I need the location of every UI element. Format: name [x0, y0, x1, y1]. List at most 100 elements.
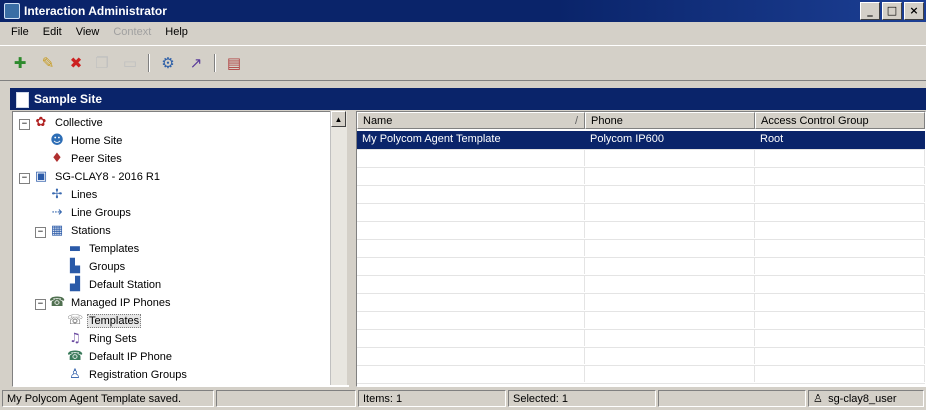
empty-cell — [585, 365, 755, 382]
template-list[interactable]: Name / Phone Access Control Group My Pol… — [356, 111, 926, 387]
empty-cell — [357, 347, 585, 364]
tree-item-managed-ip-phones[interactable]: ☎ Managed IP Phones — [49, 294, 172, 312]
empty-cell — [357, 275, 585, 292]
cell-name: My Polycom Agent Template — [357, 131, 585, 148]
status-panel-empty-2 — [658, 390, 806, 407]
empty-cell — [755, 203, 925, 220]
menu-context[interactable]: Context — [106, 23, 158, 43]
tree-item-collective[interactable]: ✿ Collective — [33, 114, 105, 132]
toolbar-separator — [214, 54, 216, 72]
tree-item-peer-sites[interactable]: ♦ Peer Sites — [49, 150, 124, 168]
tree-item-groups[interactable]: ▙ Groups — [67, 258, 127, 276]
menu-file[interactable]: File — [4, 23, 36, 43]
tree-item-station-templates[interactable]: ▬ Templates — [67, 240, 141, 258]
paste-icon[interactable]: ▭ — [120, 53, 140, 73]
managed-phones-icon: ☎ — [49, 295, 66, 310]
minimize-button[interactable]: _ — [860, 2, 880, 20]
collective-icon: ✿ — [35, 115, 47, 130]
scroll-up-arrow-icon[interactable]: ▲ — [331, 111, 346, 127]
empty-row — [357, 275, 925, 294]
empty-cell — [357, 257, 585, 274]
title-bar[interactable]: Interaction Administrator _ □ × — [0, 0, 926, 22]
collapse-toggle-collective[interactable]: − — [19, 119, 30, 130]
tools-icon[interactable]: ↗ — [186, 53, 206, 73]
list-header: Name / Phone Access Control Group — [357, 112, 925, 130]
empty-cell — [755, 275, 925, 292]
properties-icon[interactable]: ▤ — [224, 53, 244, 73]
default-phone-icon: ☎ — [67, 349, 84, 364]
menu-edit[interactable]: Edit — [36, 23, 69, 43]
edit-icon[interactable]: ✎ — [38, 53, 58, 73]
status-panel-empty — [216, 390, 356, 407]
status-message: My Polycom Agent Template saved. — [2, 390, 214, 407]
tree-item-phone-templates[interactable]: ☏ Templates — [67, 312, 142, 330]
window-controls: _ □ × — [860, 2, 924, 20]
tree-item-default-ip-phone[interactable]: ☎ Default IP Phone — [67, 348, 174, 366]
tree-item-lines[interactable]: ✢ Lines — [49, 186, 99, 204]
column-header-phone[interactable]: Phone — [585, 112, 755, 129]
empty-cell — [755, 347, 925, 364]
registration-groups-icon: ♙ — [69, 367, 81, 382]
empty-cell — [755, 257, 925, 274]
empty-row — [357, 311, 925, 330]
empty-cell — [357, 365, 585, 382]
lines-icon: ✢ — [51, 187, 63, 202]
delete-icon[interactable]: ✖ — [66, 53, 86, 73]
status-bar: My Polycom Agent Template saved. Items: … — [0, 388, 926, 410]
window-title: Interaction Administrator — [24, 4, 167, 18]
empty-cell — [357, 167, 585, 184]
site-title: Sample Site — [34, 92, 103, 106]
default-station-icon: ▟ — [70, 277, 80, 292]
tree-scrollbar[interactable]: ▲ — [330, 111, 347, 385]
templates-icon: ▬ — [68, 241, 82, 256]
cell-access-control-group: Root — [755, 131, 925, 148]
tree-item-default-station[interactable]: ▟ Default Station — [67, 276, 163, 294]
empty-cell — [585, 149, 755, 166]
tree-item-line-groups[interactable]: ⇢ Line Groups — [49, 204, 133, 222]
empty-cell — [755, 149, 925, 166]
empty-row — [357, 185, 925, 204]
collapse-toggle-server[interactable]: − — [19, 173, 30, 184]
empty-cell — [357, 293, 585, 310]
tree-item-server[interactable]: ▣ SG-CLAY8 - 2016 R1 — [33, 168, 162, 186]
menu-help[interactable]: Help — [158, 23, 195, 43]
empty-cell — [585, 221, 755, 238]
empty-cell — [755, 221, 925, 238]
empty-cell — [585, 329, 755, 346]
empty-cell — [585, 185, 755, 202]
empty-cell — [585, 167, 755, 184]
site-header: Sample Site — [10, 88, 926, 110]
empty-row — [357, 365, 925, 384]
copy-icon[interactable]: ❐ — [92, 53, 112, 73]
empty-cell — [357, 239, 585, 256]
menu-view[interactable]: View — [69, 23, 107, 43]
empty-cell — [755, 365, 925, 382]
tree-item-ring-sets[interactable]: ♫ Ring Sets — [67, 330, 139, 348]
toolbar-separator — [148, 54, 150, 72]
server-icon: ▣ — [34, 169, 48, 184]
connect-icon[interactable]: ⚙ — [158, 53, 178, 73]
collapse-toggle-stations[interactable]: − — [35, 227, 46, 238]
collapse-toggle-managed-phones[interactable]: − — [35, 299, 46, 310]
pane-splitter[interactable] — [347, 111, 355, 385]
column-header-access-control-group[interactable]: Access Control Group — [755, 112, 925, 129]
tree-item-stations[interactable]: ▦ Stations — [49, 222, 113, 240]
empty-cell — [357, 203, 585, 220]
navigation-tree[interactable]: − ✿ Collective ☻ Home Site ♦ Peer Sites … — [12, 111, 349, 387]
empty-cell — [357, 329, 585, 346]
empty-cell — [357, 311, 585, 328]
tree-item-home-site[interactable]: ☻ Home Site — [49, 132, 124, 150]
close-button[interactable]: × — [904, 2, 924, 20]
tree-item-registration-groups[interactable]: ♙ Registration Groups — [67, 366, 189, 384]
empty-cell — [755, 293, 925, 310]
empty-cell — [357, 185, 585, 202]
cell-phone: Polycom IP600 — [585, 131, 755, 148]
empty-row — [357, 149, 925, 168]
column-header-name[interactable]: Name / — [357, 112, 585, 129]
new-icon[interactable]: ✚ — [10, 53, 30, 73]
empty-row — [357, 203, 925, 222]
maximize-button[interactable]: □ — [882, 2, 902, 20]
table-row[interactable]: My Polycom Agent Template Polycom IP600 … — [357, 131, 925, 150]
empty-cell — [755, 185, 925, 202]
empty-cell — [357, 221, 585, 238]
